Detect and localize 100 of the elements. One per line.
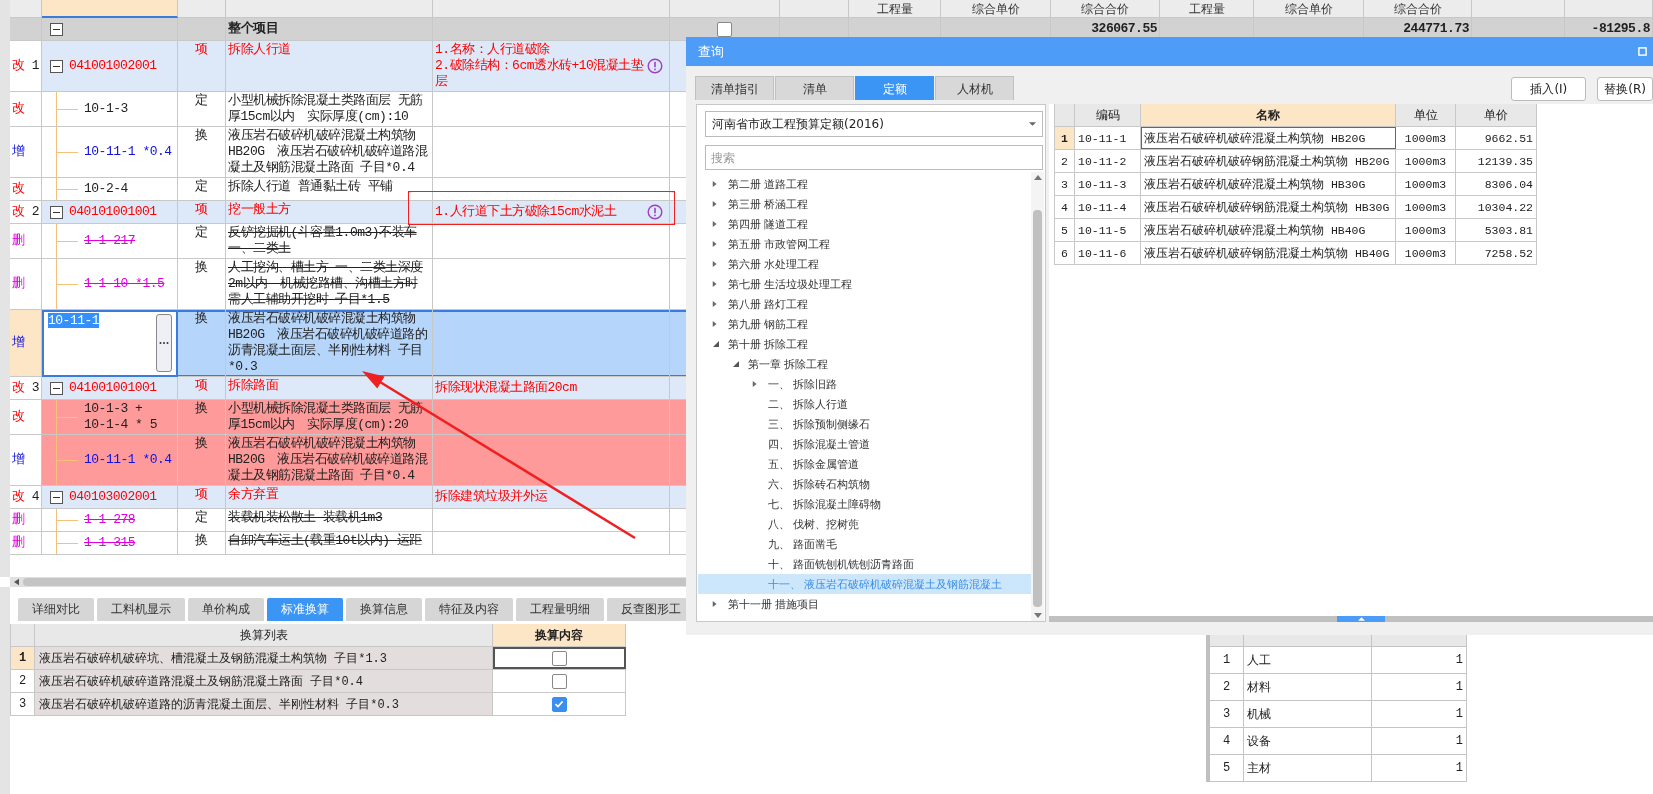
expand-arrow-icon[interactable] [752,380,758,388]
result-row[interactable]: 5 10-11-5 液压岩石破碎机破碎混凝土构筑物 HB40G 1000m3 5303.81 [1055,219,1537,242]
checkbox[interactable] [551,650,567,666]
tree-item[interactable]: 第十册 拆除工程 [698,334,1031,354]
status-label: 增 [12,452,25,468]
table-cell: 液压岩石破碎机破碎混凝土构筑物 HB30G [1141,173,1396,195]
collapse-icon[interactable] [50,59,63,73]
splitter-handle[interactable] [1337,616,1385,622]
expand-arrow-icon[interactable] [712,260,718,268]
column-header: 名称 [1141,104,1396,126]
checkbox[interactable] [551,673,567,689]
checkbox[interactable] [551,696,567,712]
column-header: 工程量 [1160,0,1254,18]
library-dropdown[interactable]: 河南省市政工程预算定额(2016) [705,111,1043,137]
expand-arrow-icon[interactable] [712,200,718,208]
collapse-icon[interactable] [50,381,63,395]
warning-icon[interactable] [647,204,663,220]
status-label: 改 [12,181,25,197]
tree-item[interactable]: 八、 伐树、挖树蔸 [698,514,1031,534]
column-header: 综合合价 [1364,0,1472,18]
row-number: 2 [1210,674,1244,700]
tab[interactable]: 工料机显示 [97,598,185,621]
table-cell: 人工 [1244,647,1372,673]
tree-item[interactable]: 第八册 路灯工程 [698,294,1031,314]
collapse-icon[interactable] [50,22,63,36]
vertical-scrollbar[interactable] [1031,172,1044,621]
status-label: 删 [12,512,25,528]
scroll-up-icon[interactable] [1033,175,1042,180]
sub-item-code: 1-1-10 *1.5 [84,276,165,292]
tree-item[interactable]: 第七册 生活垃圾处理工程 [698,274,1031,294]
scroll-down-icon[interactable] [1033,613,1042,618]
dialog-button[interactable]: 替换(R) [1597,77,1653,101]
expand-arrow-icon[interactable] [712,220,718,228]
tab[interactable]: 单价构成 [188,598,264,621]
expand-arrow-icon[interactable] [712,180,718,188]
tab[interactable]: 清单 [775,76,854,100]
expand-arrow-icon[interactable] [712,600,718,608]
row-number: 3 [1055,173,1075,195]
search-field[interactable]: 搜索 [705,145,1043,170]
tree-item[interactable]: 第十一册 措施项目 [698,594,1031,614]
tree-item[interactable]: 第五册 市政管网工程 [698,234,1031,254]
tree-item[interactable]: 一、 拆除旧路 [698,374,1031,394]
feature-text: 1.人行道下土方破除15cm水泥土 [435,204,617,220]
row-number: 1 [1210,647,1244,673]
tree-item[interactable]: 十、 路面铣刨机铣刨沥青路面 [698,554,1031,574]
tree-item[interactable]: 第一章 拆除工程 [698,354,1031,374]
checkbox[interactable] [717,21,732,37]
tab[interactable]: 特征及内容 [425,598,513,621]
tab[interactable]: 人材机 [935,76,1014,100]
tree-item[interactable]: 二、 拆除人行道 [698,394,1031,414]
table-cell: 1 [1372,755,1467,781]
collapse-icon[interactable] [50,205,63,219]
result-row[interactable]: 2 10-11-2 液压岩石破碎机破碎钢筋混凝土构筑物 HB20G 1000m3 12139.35 [1055,150,1537,173]
table-cell: 10-11-5 [1075,219,1141,241]
row-number: 1 [1055,127,1075,149]
dialog-button[interactable]: 插入(I) [1511,77,1587,101]
collapse-arrow-icon[interactable] [712,340,720,348]
result-row[interactable]: 1 10-11-1 液压岩石破碎机破碎混凝土构筑物 HB20G 1000m3 9662.51 [1055,127,1537,150]
status-label: 增 [12,335,25,351]
tree-item[interactable]: 第三册 桥涵工程 [698,194,1031,214]
project-row[interactable]: 整个项目 326067.55 244771.73 -81295.8 [10,18,1653,41]
row-number: 3 [1210,701,1244,727]
tree-item[interactable]: 三、 拆除预制侧缘石 [698,414,1031,434]
result-row[interactable]: 6 10-11-6 液压岩石破碎机破碎钢筋混凝土构筑物 HB40G 1000m3 7258.52 [1055,242,1537,265]
tree-item[interactable]: 七、 拆除混凝土障碍物 [698,494,1031,514]
tree-item[interactable]: 六、 拆除砖石构筑物 [698,474,1031,494]
expand-arrow-icon[interactable] [712,320,718,328]
tree-item[interactable]: 九、 路面凿毛 [698,534,1031,554]
expand-arrow-icon[interactable] [712,240,718,248]
tree-item[interactable]: 第二册 道路工程 [698,174,1031,194]
status-label: 改 [12,380,25,396]
result-row[interactable]: 3 10-11-3 液压岩石破碎机破碎混凝土构筑物 HB30G 1000m3 8306.04 [1055,173,1537,196]
column-header: 工程量 [849,0,941,18]
tab[interactable]: 清单指引 [695,76,774,100]
tree-item[interactable]: 第九册 钢筋工程 [698,314,1031,334]
expand-arrow-icon[interactable] [712,300,718,308]
item-code: 040101001001 [69,204,157,220]
warning-icon[interactable] [647,58,663,74]
tab[interactable]: 详细对比 [18,598,94,621]
more-button[interactable] [156,314,172,372]
sub-item-code: 10-1-3 [84,101,128,117]
scroll-left-icon[interactable] [14,578,19,586]
tree-item[interactable]: 五、 拆除金属管道 [698,454,1031,474]
sub-item-code: 1-1-315 [84,535,136,551]
collapse-arrow-icon[interactable] [732,360,740,368]
tree-item[interactable]: 第六册 水处理工程 [698,254,1031,274]
feature-text: 拆除建筑垃圾并外运 [435,489,548,505]
table-cell: 1000m3 [1396,196,1456,218]
status-label: 删 [12,535,25,551]
tab[interactable]: 换算信息 [346,598,422,621]
expand-arrow-icon[interactable] [712,280,718,288]
sub-item-code: 10-11-1 *0.4 [84,144,172,160]
result-row[interactable]: 4 10-11-4 液压岩石破碎机破碎钢筋混凝土构筑物 HB30G 1000m3 10304.22 [1055,196,1537,219]
tab[interactable]: 工程量明细 [516,598,604,621]
collapse-icon[interactable] [50,490,63,504]
tree-item[interactable]: 第四册 隧道工程 [698,214,1031,234]
tree-item[interactable]: 四、 拆除混凝土管道 [698,434,1031,454]
table-cell: 液压岩石破碎机破碎钢筋混凝土构筑物 HB30G [1141,196,1396,218]
column-header: 综合单价 [1254,0,1364,18]
row-number: 1 [11,647,35,669]
